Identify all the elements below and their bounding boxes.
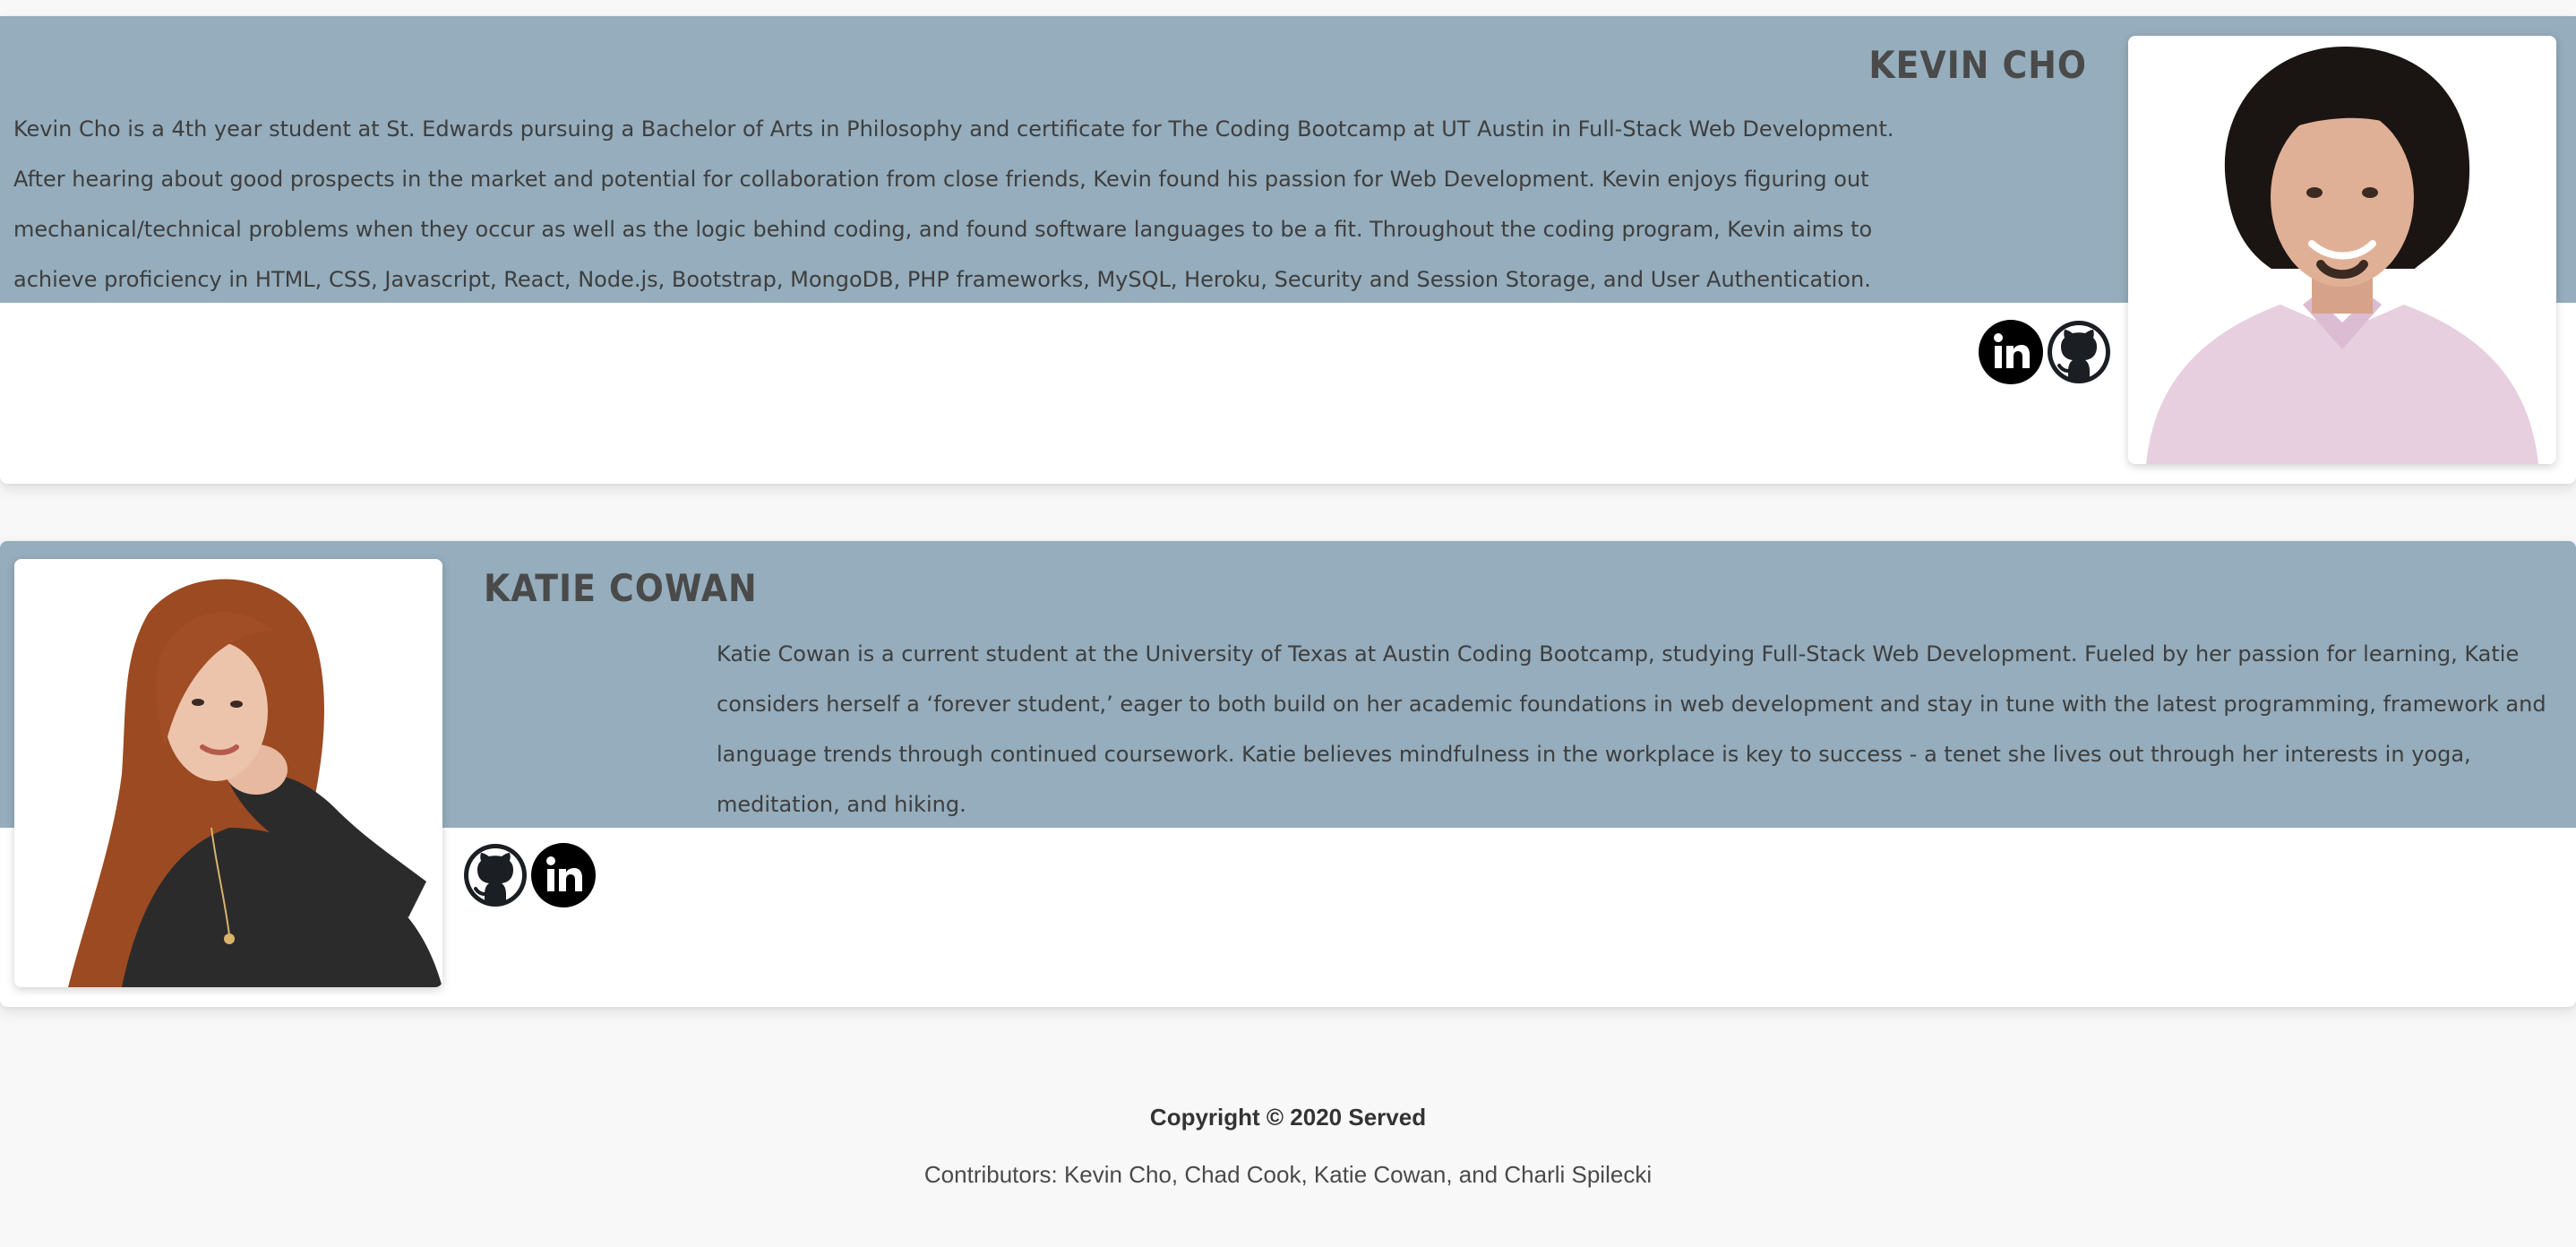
linkedin-icon bbox=[531, 843, 596, 907]
member-bio: Katie Cowan is a current student at the … bbox=[717, 641, 2546, 817]
linkedin-icon bbox=[1979, 320, 2043, 384]
team-member-card-katie-cowan: KATIE COWAN Katie Cowan is a current stu… bbox=[0, 541, 2576, 1007]
social-links bbox=[1978, 319, 2112, 385]
social-links bbox=[462, 842, 597, 908]
member-name: KEVIN CHO bbox=[1868, 43, 2087, 87]
portrait-katie-cowan bbox=[14, 559, 442, 987]
team-member-card-kevin-cho: KEVIN CHO Kevin Cho is a 4th year studen… bbox=[0, 16, 2576, 484]
linkedin-link[interactable] bbox=[530, 842, 597, 908]
github-link[interactable] bbox=[462, 842, 528, 908]
copyright-text: Copyright © 2020 Served bbox=[1149, 1104, 1427, 1131]
github-icon bbox=[464, 844, 527, 907]
member-photo bbox=[14, 559, 442, 987]
portrait-kevin-cho bbox=[2128, 36, 2556, 464]
github-icon bbox=[2048, 321, 2110, 383]
member-name: KATIE COWAN bbox=[484, 566, 758, 610]
linkedin-link[interactable] bbox=[1978, 319, 2044, 385]
member-photo bbox=[2128, 36, 2556, 464]
footer: Copyright © 2020 Served Contributors: Ke… bbox=[0, 1039, 2576, 1247]
github-link[interactable] bbox=[2046, 319, 2112, 385]
contributors-text: Contributors: Kevin Cho, Chad Cook, Kati… bbox=[923, 1161, 1653, 1188]
member-bio: Kevin Cho is a 4th year student at St. E… bbox=[13, 116, 1894, 292]
